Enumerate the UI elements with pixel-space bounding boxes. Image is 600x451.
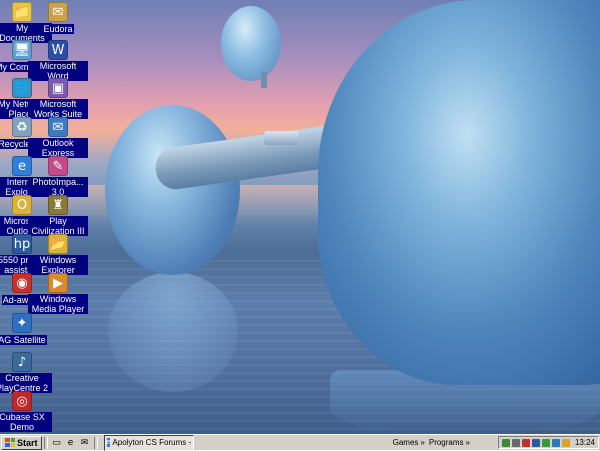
tray-antivirus-icon[interactable] — [521, 438, 530, 447]
eudora-icon: ✉ — [48, 2, 68, 22]
desktop-shortcut-label: Windows Media Player — [28, 294, 88, 314]
wallpaper-left-orb — [105, 105, 240, 275]
desktop-shortcut[interactable]: ▶ Windows Media Player — [28, 273, 88, 315]
task-button-label: Apolyton CS Forums - Des... — [112, 438, 192, 447]
wallpaper-orb-stem — [261, 72, 267, 88]
tray-messenger-icon[interactable] — [541, 438, 550, 447]
ag-satellite-icon: ✦ — [12, 313, 32, 333]
desktop-shortcut-label: Outlook Express — [28, 138, 88, 158]
desktop-shortcut[interactable]: ♪ Creative PlayCentre 2 — [0, 352, 52, 394]
games-toolbar[interactable]: Games» — [393, 438, 425, 447]
windows-media-player-icon: ▶ — [48, 273, 68, 293]
tray-help-icon[interactable] — [551, 438, 560, 447]
taskbar-toolbars: Games» Programs» — [391, 438, 472, 447]
photoimpact-icon: ✎ — [48, 156, 68, 176]
desktop-shortcut[interactable]: ✉ Eudora — [28, 2, 88, 35]
task-button-apolyton[interactable]: e Apolyton CS Forums - Des... — [103, 434, 194, 451]
desktop-shortcut-label: Microsoft Works Suite — [28, 99, 88, 119]
wallpaper-orb-reflection — [108, 272, 238, 392]
desktop-shortcut-label: Windows Explorer — [28, 255, 88, 275]
tray-volume-icon[interactable] — [511, 438, 520, 447]
desktop-shortcut-label: Creative PlayCentre 2 — [0, 373, 52, 393]
system-tray: 13:24 — [497, 436, 599, 449]
desktop-shortcut[interactable]: ✦ AG Satellite — [0, 313, 52, 346]
desktop-shortcut-label: AG Satellite — [0, 335, 47, 345]
outlook-express-icon: ✉ — [48, 117, 68, 137]
outlook-quicklaunch-icon[interactable]: ✉ — [79, 437, 91, 449]
desktop-shortcut[interactable]: ◎ Cubase SX Demo — [0, 391, 52, 433]
taskbar: Start ▭e✉ e Apolyton CS Forums - Des... … — [0, 434, 600, 451]
creative-playcenter-icon: ♪ — [12, 352, 32, 372]
windows-logo-icon — [5, 438, 15, 447]
start-label: Start — [17, 437, 38, 448]
clock[interactable]: 13:24 — [575, 438, 595, 447]
show-desktop-icon[interactable]: ▭ — [51, 437, 63, 449]
chevron-right-icon[interactable]: » — [420, 438, 424, 447]
ie-quicklaunch-icon[interactable]: e — [65, 437, 77, 449]
desktop-shortcut[interactable]: W Microsoft Word — [28, 40, 88, 82]
tray-printer-icon[interactable] — [531, 438, 540, 447]
desktop-shortcut[interactable]: 📂 Windows Explorer — [28, 234, 88, 276]
desktop-shortcut-label: Eudora — [42, 24, 74, 34]
tray-update-icon[interactable] — [561, 438, 570, 447]
desktop-shortcut[interactable]: ▣ Microsoft Works Suite — [28, 78, 88, 120]
desktop: 📁 My Documents ✉ Eudora 🖥 My Computer W Microso… — [0, 0, 600, 434]
start-button[interactable]: Start — [1, 435, 42, 450]
toolbar-label: Programs — [428, 438, 464, 447]
tray-icons — [501, 438, 570, 447]
cubase-icon: ◎ — [12, 391, 32, 411]
desktop-shortcut[interactable]: ✉ Outlook Express — [28, 117, 88, 159]
desktop-shortcut-label: Play Civilization III — [28, 216, 88, 236]
ie-task-icon: e — [106, 438, 111, 447]
programs-toolbar[interactable]: Programs» — [429, 438, 470, 447]
quick-launch-bar: ▭ e ✉ — [50, 437, 92, 449]
microsoft-works-suite-icon: ▣ — [48, 78, 68, 98]
wallpaper-big-orb — [318, 0, 600, 385]
desktop-shortcut[interactable]: ✎ PhotoImpa... 3.0 — [28, 156, 88, 198]
desktop-shortcut-label: Cubase SX Demo — [0, 412, 52, 432]
tray-network-icon[interactable] — [501, 438, 510, 447]
desktop-shortcut[interactable]: ♜ Play Civilization III — [28, 195, 88, 237]
taskbar-separator — [93, 436, 98, 449]
taskbar-separator — [43, 436, 48, 449]
windows-explorer-icon: 📂 — [48, 234, 68, 254]
microsoft-word-icon: W — [48, 40, 68, 60]
toolbar-label: Games — [392, 438, 419, 447]
wallpaper-pipe-cap — [264, 131, 298, 145]
chevron-right-icon[interactable]: » — [466, 438, 470, 447]
desktop-shortcut-label: PhotoImpa... 3.0 — [28, 177, 88, 197]
wallpaper-floating-orb — [221, 6, 281, 81]
play-civilization-icon: ♜ — [48, 195, 68, 215]
